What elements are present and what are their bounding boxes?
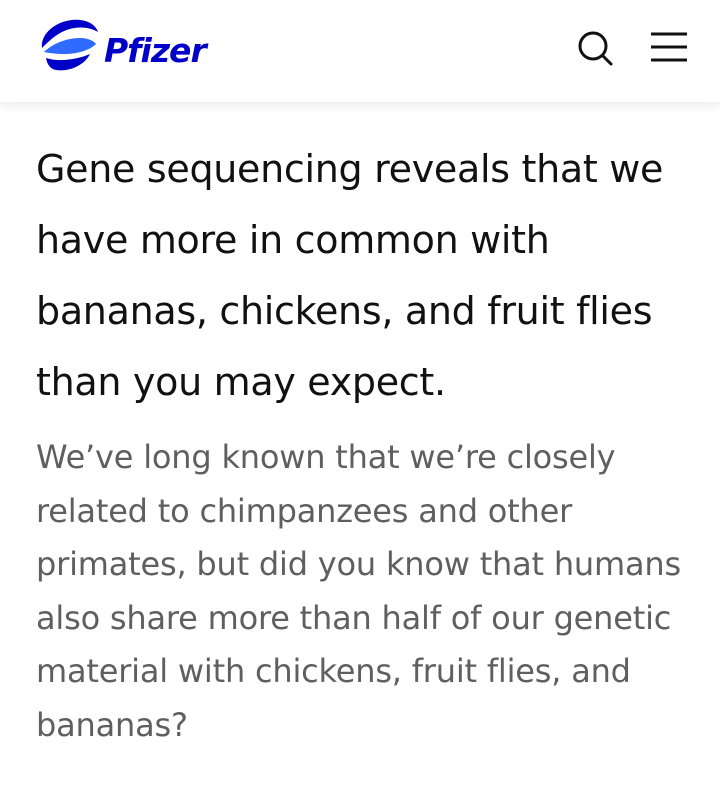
- site-header: Pfizer: [0, 0, 720, 102]
- search-button[interactable]: [574, 26, 616, 68]
- search-icon: [578, 31, 613, 66]
- article-lead-paragraph: We’ve long known that we’re closely rela…: [36, 438, 681, 744]
- article-headline: Gene sequencing reveals that we have mor…: [36, 147, 664, 404]
- hamburger-menu-icon: [651, 32, 687, 62]
- menu-button[interactable]: [646, 26, 692, 68]
- brand-wordmark: Pfizer: [104, 31, 207, 70]
- pfizer-logo-mark-icon: [41, 19, 98, 71]
- pfizer-logo[interactable]: Pfizer: [34, 14, 214, 84]
- article-content: Gene sequencing reveals that we have mor…: [36, 102, 696, 752]
